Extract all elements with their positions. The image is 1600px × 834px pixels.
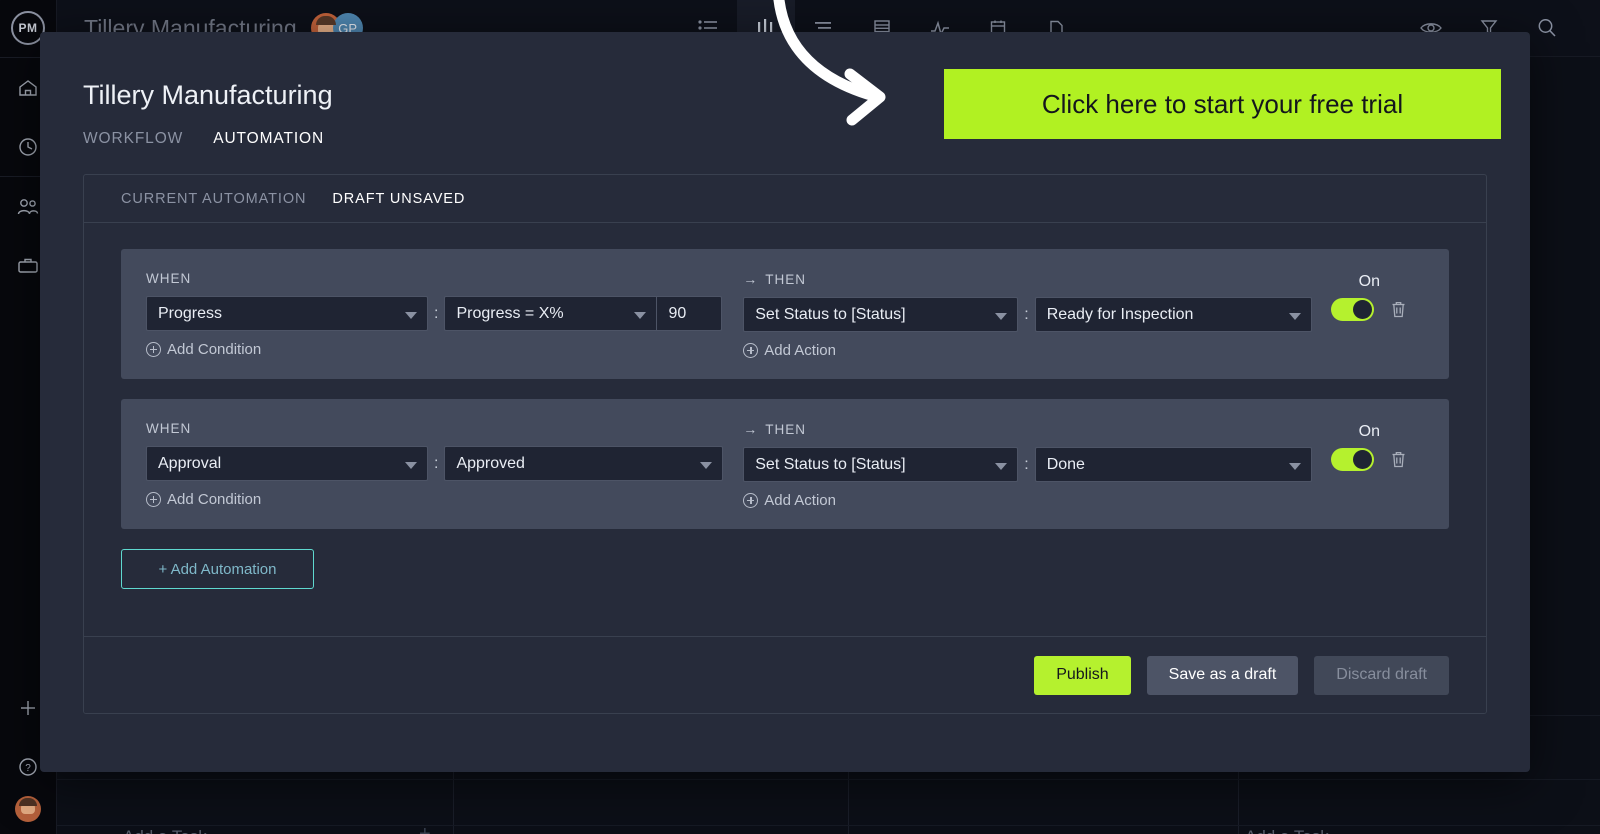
add-action-label: Add Action xyxy=(764,492,836,509)
delete-icon[interactable] xyxy=(1390,300,1407,319)
when-fields: Progress : Progress = X% 90 xyxy=(146,296,733,331)
separator-colon: : xyxy=(434,454,439,472)
then-value-text: Done xyxy=(1046,455,1085,473)
panel-tabs: CURRENT AUTOMATION DRAFT UNSAVED xyxy=(84,175,1486,223)
add-action-button[interactable]: Add Action xyxy=(743,492,1311,509)
then-action-value: Set Status to [Status] xyxy=(755,455,906,473)
then-value-select[interactable]: Done xyxy=(1034,447,1312,482)
plus-circle-icon xyxy=(743,493,759,508)
then-action-select[interactable]: Set Status to [Status] xyxy=(743,447,1019,482)
modal-tabs: WORKFLOW AUTOMATION xyxy=(83,130,324,148)
arrow-right-icon: → xyxy=(743,421,759,437)
rule-enable-toggle[interactable] xyxy=(1331,448,1375,471)
toggle-knob xyxy=(1353,450,1373,469)
when-condition-value: Progress = X% xyxy=(456,304,564,322)
then-value-select[interactable]: Ready for Inspection xyxy=(1034,297,1312,332)
chevron-down-icon xyxy=(1288,462,1301,470)
automation-rule-row: WHEN Approval : Approved Add Condition →… xyxy=(121,399,1449,529)
app-root: Add a Task Add a Task + Tillery Manufact… xyxy=(0,0,1600,834)
automation-rules-list: WHEN Progress : Progress = X% 90 Add Con… xyxy=(84,223,1486,636)
when-label: WHEN xyxy=(146,271,192,286)
tab-draft-unsaved[interactable]: DRAFT UNSAVED xyxy=(332,191,465,207)
then-label-text: THEN xyxy=(765,421,806,437)
plus-circle-icon xyxy=(146,492,161,507)
then-label-text: THEN xyxy=(765,271,806,287)
tab-automation[interactable]: AUTOMATION xyxy=(213,130,324,148)
when-trigger-value: Progress xyxy=(158,304,223,322)
chevron-down-icon xyxy=(1288,312,1301,320)
when-trigger-select[interactable]: Approval xyxy=(146,446,428,481)
when-trigger-select[interactable]: Progress xyxy=(146,296,428,331)
delete-icon[interactable] xyxy=(1390,450,1407,469)
add-task-left[interactable]: Add a Task xyxy=(123,827,207,834)
automation-modal: Tillery Manufacturing WORKFLOW AUTOMATIO… xyxy=(40,32,1530,772)
when-condition-select[interactable]: Progress = X% xyxy=(444,296,658,331)
add-action-button[interactable]: Add Action xyxy=(743,342,1311,359)
when-value-input[interactable]: 90 xyxy=(657,296,723,331)
when-condition-select[interactable]: Approved xyxy=(444,446,724,481)
when-label: WHEN xyxy=(146,421,192,436)
separator-colon: : xyxy=(1024,455,1029,473)
then-label: → THEN xyxy=(743,271,1311,287)
then-action-value: Set Status to [Status] xyxy=(755,305,906,323)
add-condition-button[interactable]: Add Condition xyxy=(146,341,733,358)
plus-circle-icon xyxy=(146,342,161,357)
chevron-down-icon xyxy=(634,311,647,319)
automation-rule-row: WHEN Progress : Progress = X% 90 Add Con… xyxy=(121,249,1449,379)
discard-draft-button[interactable]: Discard draft xyxy=(1314,655,1449,695)
automation-panel: CURRENT AUTOMATION DRAFT UNSAVED WHEN Pr… xyxy=(83,174,1487,714)
svg-text:?: ? xyxy=(25,763,31,774)
toggle-state-label: On xyxy=(1358,273,1381,290)
plus-circle-icon xyxy=(743,343,759,358)
rule-enable-toggle[interactable] xyxy=(1331,298,1375,321)
when-fields: Approval : Approved xyxy=(146,446,733,481)
add-task-right[interactable]: Add a Task xyxy=(1245,827,1329,834)
add-automation-button[interactable]: + Add Automation xyxy=(121,549,314,589)
add-condition-button[interactable]: Add Condition xyxy=(146,491,733,508)
chevron-down-icon xyxy=(995,462,1008,470)
chevron-down-icon xyxy=(405,461,417,469)
when-trigger-value: Approval xyxy=(158,454,222,472)
tab-workflow[interactable]: WORKFLOW xyxy=(83,130,183,148)
rule-when-section: WHEN Approval : Approved Add Condition xyxy=(146,421,733,508)
when-condition-value: Approved xyxy=(456,454,525,472)
separator-colon: : xyxy=(1024,305,1029,323)
rule-then-section: → THEN Set Status to [Status] : Done Add… xyxy=(733,421,1312,509)
add-condition-label: Add Condition xyxy=(167,491,262,508)
rule-when-section: WHEN Progress : Progress = X% 90 Add Con… xyxy=(146,271,733,358)
chevron-down-icon xyxy=(995,312,1008,320)
modal-title: Tillery Manufacturing xyxy=(83,80,333,110)
then-fields: Set Status to [Status] : Done xyxy=(743,447,1312,482)
add-column-plus[interactable]: + xyxy=(419,823,431,834)
toggle-knob xyxy=(1353,300,1373,319)
modal-footer: Publish Save as a draft Discard draft xyxy=(84,636,1486,713)
user-avatar[interactable] xyxy=(15,796,41,822)
then-label: → THEN xyxy=(743,421,1311,437)
then-action-select[interactable]: Set Status to [Status] xyxy=(743,297,1019,332)
then-fields: Set Status to [Status] : Ready for Inspe… xyxy=(743,297,1312,332)
free-trial-cta-button[interactable]: Click here to start your free trial xyxy=(944,69,1501,139)
tab-current-automation[interactable]: CURRENT AUTOMATION xyxy=(121,191,306,207)
then-value-text: Ready for Inspection xyxy=(1046,305,1194,323)
promo-arrow-icon xyxy=(773,0,886,126)
toggle-state-label: On xyxy=(1358,423,1381,440)
rule-then-section: → THEN Set Status to [Status] : Ready fo… xyxy=(733,271,1312,359)
add-condition-label: Add Condition xyxy=(167,341,262,358)
chevron-down-icon xyxy=(405,311,417,319)
rule-controls: On xyxy=(1312,271,1427,321)
separator-colon: : xyxy=(434,304,439,322)
arrow-right-icon: → xyxy=(743,271,759,287)
save-as-draft-button[interactable]: Save as a draft xyxy=(1146,655,1299,695)
chevron-down-icon xyxy=(700,461,713,469)
publish-button[interactable]: Publish xyxy=(1034,655,1131,695)
rule-controls: On xyxy=(1312,421,1427,471)
add-action-label: Add Action xyxy=(764,342,836,359)
